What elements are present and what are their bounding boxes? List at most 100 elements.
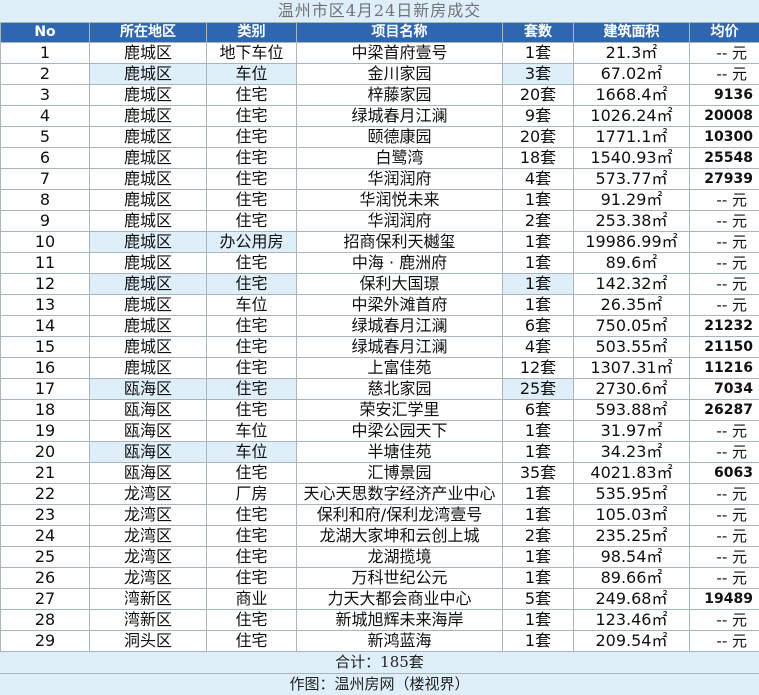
cell-no: 1 xyxy=(1,43,90,64)
cell-units: 9套 xyxy=(503,106,574,127)
cell-area: 98.54㎡ xyxy=(574,547,690,568)
table-row: 10鹿城区办公用房招商保利天樾玺1套19986.99㎡-- 元 xyxy=(1,232,759,253)
cell-type: 商业 xyxy=(207,589,297,610)
cell-area: 89.6㎡ xyxy=(574,253,690,274)
col-header-no: No xyxy=(1,23,90,43)
cell-project: 颐德康园 xyxy=(297,127,503,148)
cell-type: 住宅 xyxy=(207,190,297,211)
cell-no: 22 xyxy=(1,484,90,505)
col-header-price: 均价 xyxy=(690,23,759,43)
cell-project: 绿城春月江澜 xyxy=(297,316,503,337)
price-value: 11216 xyxy=(690,358,759,378)
price-value: -- 元 xyxy=(690,526,759,546)
cell-units: 35套 xyxy=(503,463,574,484)
cell-district: 洞头区 xyxy=(90,631,207,652)
cell-price: -- 元 xyxy=(690,610,759,631)
cell-project: 绿城春月江澜 xyxy=(297,337,503,358)
cell-type: 住宅 xyxy=(207,211,297,232)
cell-no: 19 xyxy=(1,421,90,442)
table-row: 13鹿城区车位中梁外滩首府1套26.35㎡-- 元 xyxy=(1,295,759,316)
cell-units: 1套 xyxy=(503,43,574,64)
cell-no: 4 xyxy=(1,106,90,127)
cell-no: 10 xyxy=(1,232,90,253)
cell-type: 住宅 xyxy=(207,127,297,148)
cell-project: 汇博景园 xyxy=(297,463,503,484)
table-row: 1鹿城区地下车位中梁首府壹号1套21.3㎡-- 元 xyxy=(1,43,759,64)
cell-units: 6套 xyxy=(503,400,574,421)
cell-district: 鹿城区 xyxy=(90,253,207,274)
cell-project: 金川家园 xyxy=(297,64,503,85)
price-value: 6063 xyxy=(690,463,759,483)
cell-no: 3 xyxy=(1,85,90,106)
cell-type: 住宅 xyxy=(207,85,297,106)
price-value: -- 元 xyxy=(690,253,759,273)
cell-units: 1套 xyxy=(503,253,574,274)
cell-type: 住宅 xyxy=(207,568,297,589)
cell-project: 半塘佳苑 xyxy=(297,442,503,463)
cell-no: 14 xyxy=(1,316,90,337)
table-row: 28湾新区住宅新城旭辉未来海岸1套123.46㎡-- 元 xyxy=(1,610,759,631)
cell-project: 华润润府 xyxy=(297,169,503,190)
cell-units: 1套 xyxy=(503,484,574,505)
cell-district: 鹿城区 xyxy=(90,358,207,379)
cell-units: 1套 xyxy=(503,190,574,211)
table-row: 16鹿城区住宅上富佳苑12套1307.31㎡11216 xyxy=(1,358,759,379)
cell-units: 20套 xyxy=(503,85,574,106)
cell-district: 鹿城区 xyxy=(90,127,207,148)
cell-no: 28 xyxy=(1,610,90,631)
price-value: 20008 xyxy=(690,106,759,126)
cell-units: 18套 xyxy=(503,148,574,169)
cell-area: 593.88㎡ xyxy=(574,400,690,421)
price-value: 21150 xyxy=(690,337,759,357)
table-row: 3鹿城区住宅梓藤家园20套1668.4㎡9136 xyxy=(1,85,759,106)
cell-no: 20 xyxy=(1,442,90,463)
cell-project: 保利和府/保利龙湾壹号 xyxy=(297,505,503,526)
cell-no: 27 xyxy=(1,589,90,610)
cell-no: 18 xyxy=(1,400,90,421)
cell-no: 16 xyxy=(1,358,90,379)
table-row: 23龙湾区住宅保利和府/保利龙湾壹号1套105.03㎡-- 元 xyxy=(1,505,759,526)
cell-district: 鹿城区 xyxy=(90,169,207,190)
table-row: 19瓯海区车位中梁公园天下1套31.97㎡-- 元 xyxy=(1,421,759,442)
cell-units: 12套 xyxy=(503,358,574,379)
cell-units: 6套 xyxy=(503,316,574,337)
cell-project: 龙湖大家坤和云创上城 xyxy=(297,526,503,547)
cell-type: 车位 xyxy=(207,442,297,463)
sales-table: No 所在地区 类别 项目名称 套数 建筑面积 均价 1鹿城区地下车位中梁首府壹… xyxy=(0,22,759,652)
price-value: -- 元 xyxy=(690,43,759,63)
cell-area: 91.29㎡ xyxy=(574,190,690,211)
cell-project: 天心天思数字经济产业中心 xyxy=(297,484,503,505)
cell-price: 6063 xyxy=(690,463,759,484)
cell-district: 鹿城区 xyxy=(90,43,207,64)
cell-area: 235.25㎡ xyxy=(574,526,690,547)
cell-area: 4021.83㎡ xyxy=(574,463,690,484)
table-row: 7鹿城区住宅华润润府4套573.77㎡27939 xyxy=(1,169,759,190)
cell-area: 34.23㎡ xyxy=(574,442,690,463)
cell-area: 209.54㎡ xyxy=(574,631,690,652)
col-header-units: 套数 xyxy=(503,23,574,43)
cell-area: 1771.1㎡ xyxy=(574,127,690,148)
cell-area: 573.77㎡ xyxy=(574,169,690,190)
cell-type: 住宅 xyxy=(207,337,297,358)
price-value: -- 元 xyxy=(690,295,759,315)
cell-district: 鹿城区 xyxy=(90,85,207,106)
cell-price: -- 元 xyxy=(690,190,759,211)
cell-no: 17 xyxy=(1,379,90,400)
cell-units: 2套 xyxy=(503,211,574,232)
cell-no: 12 xyxy=(1,274,90,295)
table-row: 24龙湾区住宅龙湖大家坤和云创上城2套235.25㎡-- 元 xyxy=(1,526,759,547)
cell-area: 535.95㎡ xyxy=(574,484,690,505)
cell-type: 住宅 xyxy=(207,253,297,274)
table-row: 29洞头区住宅新鸿蓝海1套209.54㎡-- 元 xyxy=(1,631,759,652)
cell-type: 厂房 xyxy=(207,484,297,505)
table-row: 8鹿城区住宅华润悦未来1套91.29㎡-- 元 xyxy=(1,190,759,211)
price-value: -- 元 xyxy=(690,568,759,588)
cell-units: 1套 xyxy=(503,274,574,295)
cell-no: 15 xyxy=(1,337,90,358)
cell-price: -- 元 xyxy=(690,421,759,442)
cell-units: 5套 xyxy=(503,589,574,610)
cell-price: -- 元 xyxy=(690,484,759,505)
cell-project: 华润悦未来 xyxy=(297,190,503,211)
cell-price: 10300 xyxy=(690,127,759,148)
cell-price: -- 元 xyxy=(690,631,759,652)
